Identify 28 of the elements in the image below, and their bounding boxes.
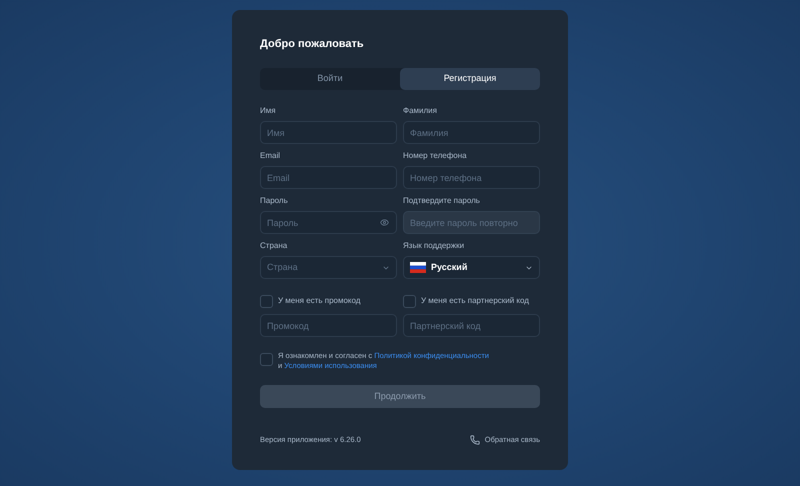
- input-field[interactable]: Промокод: [260, 314, 397, 337]
- card-title: Добро пожаловать: [260, 38, 365, 51]
- language-select[interactable]: Русский: [403, 256, 540, 279]
- checkbox-label: У меня есть промокод: [278, 295, 360, 307]
- tab[interactable]: Войти: [260, 68, 400, 90]
- field-label: Подтвердите пароль: [403, 196, 481, 206]
- input-field[interactable]: Email: [260, 166, 397, 189]
- eye-icon[interactable]: [380, 218, 389, 227]
- field-label: Пароль: [260, 196, 289, 206]
- field-label: Номер телефона: [403, 151, 468, 161]
- checkbox[interactable]: [260, 353, 273, 366]
- checkbox[interactable]: [260, 294, 273, 308]
- input-field[interactable]: Имя: [260, 121, 397, 144]
- input-field[interactable]: Фамилия: [403, 121, 540, 144]
- checkbox[interactable]: [403, 294, 416, 308]
- field-label: Фамилия: [403, 106, 438, 116]
- field-label: Страна: [260, 241, 288, 251]
- field-label: Email: [260, 151, 282, 161]
- phone-icon: [470, 434, 480, 445]
- field-label: Язык поддержки: [403, 241, 466, 251]
- input-field[interactable]: Номер телефона: [403, 166, 540, 189]
- country-select[interactable]: Страна: [260, 256, 397, 279]
- field-label: Имя: [260, 106, 277, 116]
- checkbox-label: У меня есть партнерский код: [421, 295, 529, 307]
- password-field[interactable]: Пароль: [260, 211, 397, 234]
- input-field[interactable]: Партнерский код: [403, 314, 540, 337]
- tab[interactable]: Регистрация: [400, 68, 540, 90]
- flag-icon: [410, 262, 426, 273]
